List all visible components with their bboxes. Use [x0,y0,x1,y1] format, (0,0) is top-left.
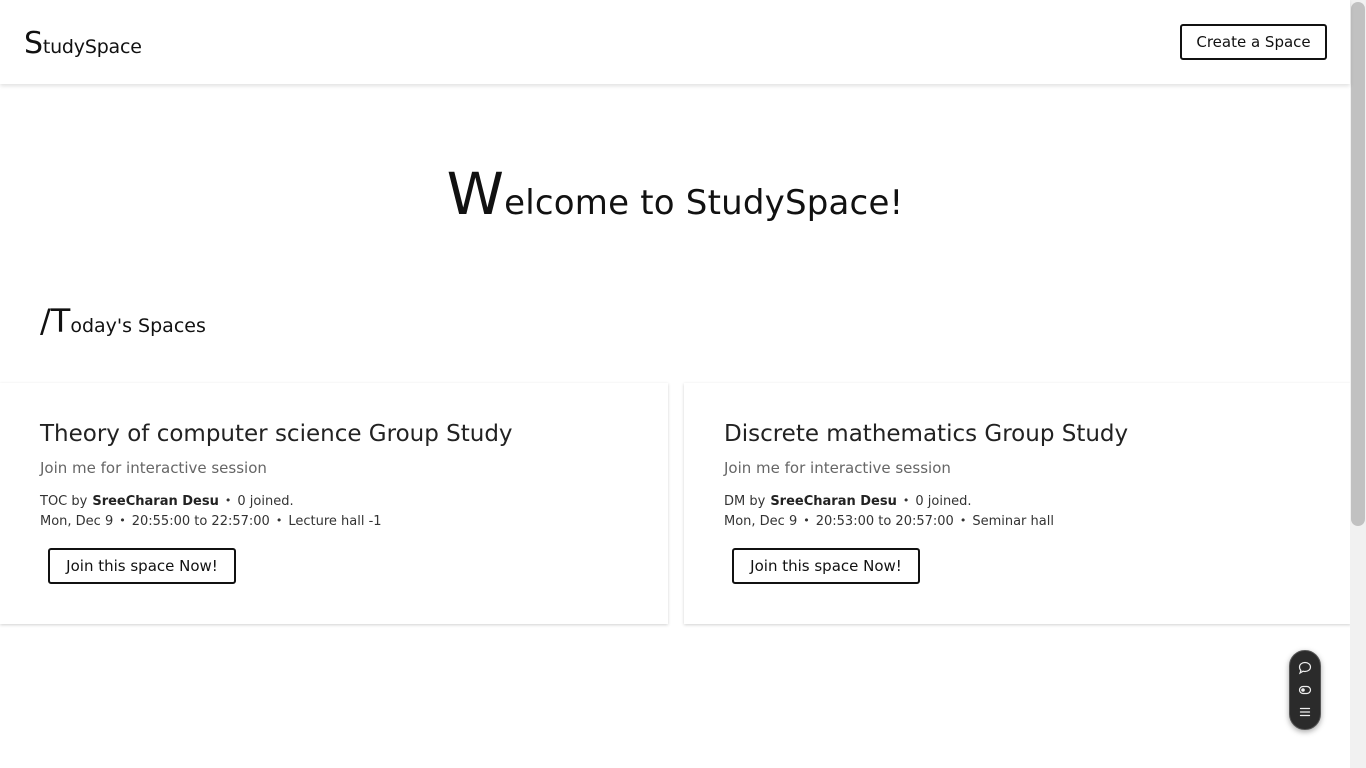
space-schedule-line: Mon, Dec 9 • 20:53:00 to 20:57:00 • Seminar … [724,514,1054,529]
vertical-scrollbar-thumb[interactable] [1351,2,1365,526]
space-host: SreeCharan Desu [770,494,897,509]
separator-dot: • [902,494,910,507]
space-host-line: DM by SreeCharan Desu • 0 joined. [724,494,972,509]
space-card: Discrete mathematics Group Study Join me… [684,383,1351,624]
space-title: Discrete mathematics Group Study [724,421,1129,447]
space-joined: 0 joined. [237,494,294,509]
todays-spaces-heading: /Today's Spaces [40,302,206,340]
space-code-by: DM by [724,494,766,509]
space-host-line: TOC by SreeCharan Desu • 0 joined. [40,494,294,509]
join-space-button[interactable]: Join this space Now! [48,548,236,584]
welcome-rest: elcome to StudySpace! [504,183,904,223]
space-date: Mon, Dec 9 [40,514,114,529]
section-rest: oday's Spaces [70,315,206,337]
separator-dot: • [803,514,810,527]
space-date: Mon, Dec 9 [724,514,798,529]
app-logo[interactable]: StudySpace [24,26,142,61]
create-space-button[interactable]: Create a Space [1180,24,1327,60]
space-time: 20:55:00 to 22:57:00 [131,514,270,529]
space-location: Lecture hall -1 [288,514,382,529]
separator-dot: • [224,494,232,507]
space-time: 20:53:00 to 20:57:00 [815,514,954,529]
toggle-icon[interactable] [1297,682,1313,698]
space-title: Theory of computer science Group Study [40,421,513,447]
logo-rest: tudySpace [42,36,142,58]
logo-initial: S [24,26,43,61]
separator-dot: • [959,514,967,527]
space-joined: 0 joined. [915,494,972,509]
space-code-by: TOC by [40,494,88,509]
section-prefix: /T [40,302,71,340]
chat-bubble-icon[interactable] [1297,660,1313,676]
space-subtitle: Join me for interactive session [40,459,267,477]
space-host: SreeCharan Desu [92,494,219,509]
separator-dot: • [275,514,283,527]
top-navbar: StudySpace Create a Space [0,0,1350,84]
space-subtitle: Join me for interactive session [724,459,951,477]
welcome-initial: W [446,160,505,228]
space-card: Theory of computer science Group Study J… [0,383,668,624]
welcome-heading: Welcome to StudySpace! [0,160,1350,228]
space-schedule-line: Mon, Dec 9 • 20:55:00 to 22:57:00 • Lecture … [40,514,382,529]
join-space-button[interactable]: Join this space Now! [732,548,920,584]
floating-toolbar [1289,650,1321,730]
menu-icon[interactable] [1297,704,1313,720]
separator-dot: • [119,514,126,527]
space-location: Seminar hall [972,514,1054,529]
